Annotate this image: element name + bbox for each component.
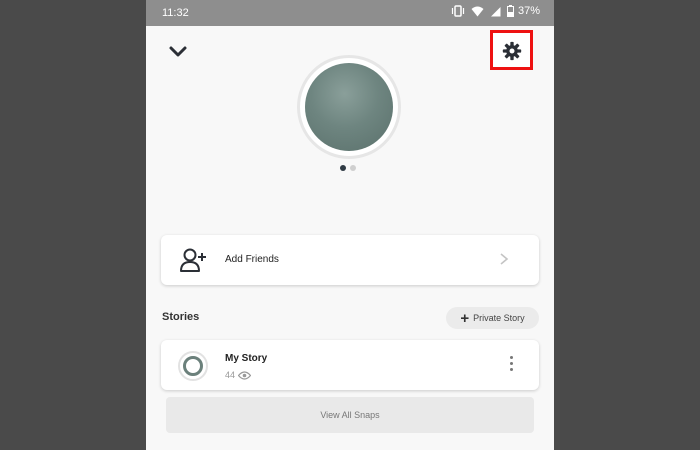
status-icons: 37% (451, 5, 540, 17)
signal-icon (490, 6, 501, 16)
plus-icon: + (460, 309, 470, 327)
battery-icon (506, 5, 514, 17)
phone-screen: 11:32 37% Add Friends Stories + Private … (146, 0, 554, 450)
stories-heading: Stories (162, 311, 200, 323)
pager-dots (340, 165, 356, 171)
eye-icon (238, 370, 252, 380)
add-friends-label: Add Friends (225, 254, 279, 265)
view-all-snaps-button[interactable]: View All Snaps (166, 397, 534, 433)
add-friend-icon (180, 248, 206, 272)
add-friends-row[interactable]: Add Friends (161, 235, 539, 285)
chevron-down-icon[interactable] (168, 43, 188, 59)
my-story-row[interactable]: My Story 44 (161, 340, 539, 390)
chevron-right-icon (500, 253, 509, 265)
view-count-number: 44 (225, 370, 236, 380)
profile-avatar-ring[interactable] (297, 55, 401, 159)
status-time: 11:32 (162, 7, 189, 19)
story-thumbnail[interactable] (178, 351, 208, 381)
pager-dot-active[interactable] (340, 165, 346, 171)
more-options-icon[interactable] (510, 356, 513, 371)
battery-level: 37% (517, 5, 540, 17)
private-story-label: Private Story (473, 313, 525, 323)
private-story-button[interactable]: + Private Story (446, 307, 539, 329)
view-count: 44 (225, 370, 252, 380)
view-all-label: View All Snaps (320, 410, 380, 420)
gear-icon[interactable] (502, 41, 522, 61)
wifi-icon (471, 6, 484, 16)
pager-dot[interactable] (350, 165, 356, 171)
story-ring (183, 356, 203, 376)
my-story-label: My Story (225, 353, 268, 364)
avatar[interactable] (305, 63, 393, 151)
vibrate-icon (451, 5, 465, 17)
status-bar: 11:32 37% (146, 0, 554, 26)
settings-highlight[interactable] (490, 30, 533, 70)
